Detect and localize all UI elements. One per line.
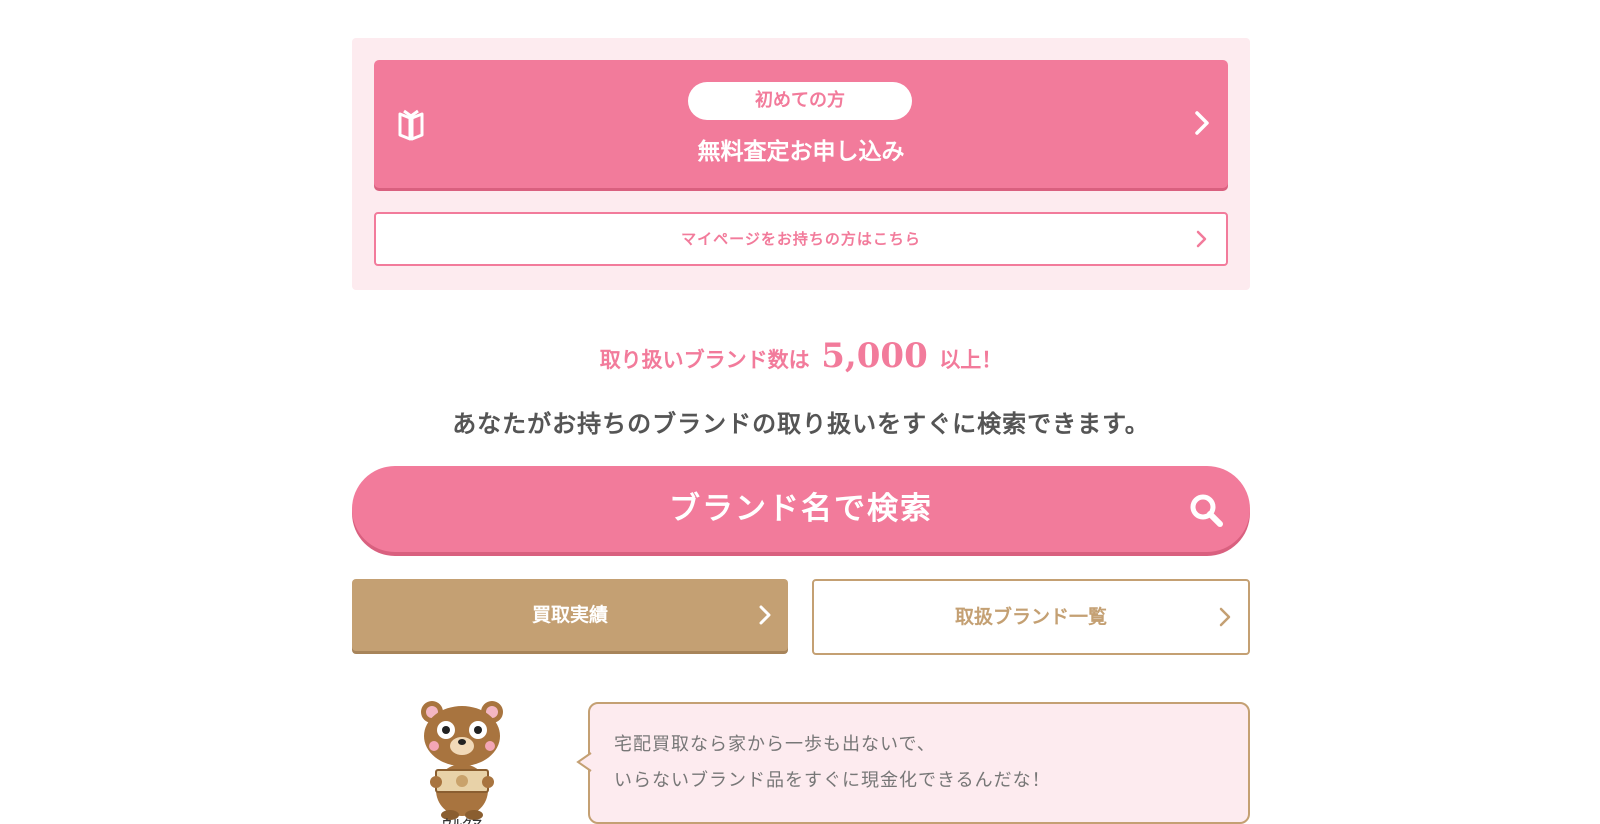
- speech-line: いらないブランド品をすぐに現金化できるんだな！: [614, 770, 1051, 791]
- main-column: 初めての方 無料査定お申し込み マイページをお持ちの方はこちら 取り扱いブランド…: [352, 38, 1250, 824]
- chevron-right-icon: [1196, 230, 1207, 248]
- chevron-right-icon: [759, 605, 771, 625]
- speech-tail: [576, 752, 592, 772]
- free-appraisal-button[interactable]: 初めての方 無料査定お申し込み: [374, 60, 1228, 188]
- mascot-name: ウルクマ: [414, 815, 510, 824]
- mascot-bear: [421, 701, 503, 820]
- brand-list-label: 取扱ブランド一覧: [954, 606, 1107, 628]
- first-time-badge: 初めての方: [688, 82, 912, 120]
- search-icon: [1190, 494, 1223, 527]
- brand-count-value: 5,000: [821, 336, 928, 376]
- chevron-right-icon: [1219, 607, 1231, 627]
- cta-box: 初めての方 無料査定お申し込み マイページをお持ちの方はこちら: [352, 38, 1250, 290]
- brand-search-label: ブランド名で検索: [669, 491, 933, 527]
- speech-line: 宅配買取なら家から一歩も出ないで、: [614, 734, 936, 755]
- mypage-button[interactable]: マイページをお持ちの方はこちら: [374, 212, 1228, 266]
- purchase-results-button[interactable]: 買取実績: [352, 579, 788, 651]
- brand-count-line: 取り扱いブランド数は 5,000 以上！: [352, 336, 1250, 376]
- speech-bubble: 宅配買取なら家から一歩も出ないで、 いらないブランド品をすぐに現金化できるんだな…: [576, 702, 1250, 824]
- brand-list-button[interactable]: 取扱ブランド一覧: [812, 579, 1250, 655]
- free-appraisal-label: 無料査定お申し込み: [697, 139, 905, 165]
- mypage-label: マイページをお持ちの方はこちら: [681, 230, 921, 248]
- purchase-results-label: 買取実績: [531, 604, 608, 626]
- brand-search-button[interactable]: ブランド名で検索: [352, 466, 1250, 552]
- brand-count-prefix: 取り扱いブランド数は: [599, 348, 810, 372]
- chevron-right-icon: [1195, 111, 1209, 135]
- search-description: あなたがお持ちのブランドの取り扱いをすぐに検索できます。: [452, 410, 1150, 438]
- brand-count-suffix: 以上！: [939, 348, 1003, 372]
- page: 初めての方 無料査定お申し込み マイページをお持ちの方はこちら 取り扱いブランド…: [0, 0, 1600, 824]
